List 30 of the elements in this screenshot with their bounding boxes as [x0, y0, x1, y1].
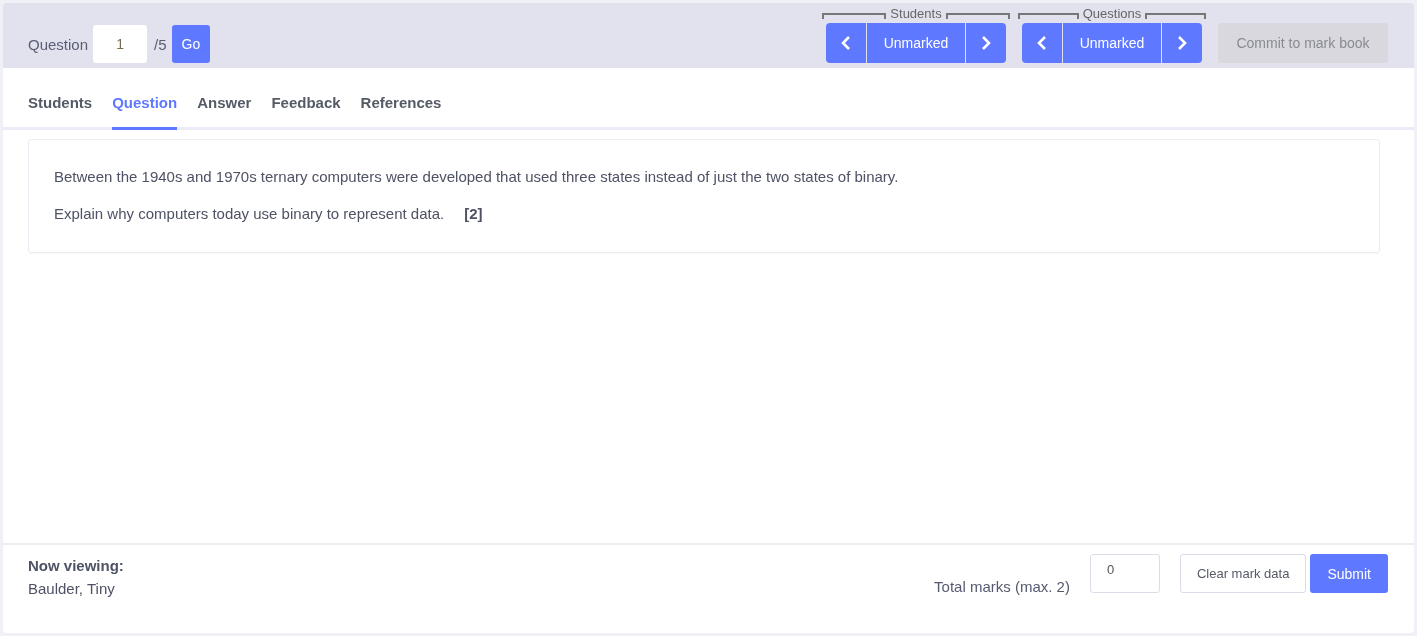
tab[interactable]: Students: [28, 94, 93, 130]
chevron-right-icon: [981, 36, 991, 50]
question-number-field[interactable]: 1: [93, 25, 148, 63]
previous-button[interactable]: [1022, 23, 1062, 63]
total-marks-label: Total marks (max. 2): [934, 578, 1070, 595]
now-viewing-label: Now viewing:: [28, 557, 124, 574]
clear-mark-data-button[interactable]: Clear mark data: [1179, 554, 1307, 593]
chevron-right-icon: [1177, 36, 1187, 50]
tab[interactable]: Question: [112, 94, 178, 130]
chevron-left-icon: [841, 36, 851, 50]
tab[interactable]: Feedback: [271, 94, 341, 130]
chevron-left-icon: [1037, 36, 1047, 50]
next-button[interactable]: [966, 23, 1006, 63]
question-prompt: Explain why computers today use binary to represent data.: [54, 205, 445, 222]
total-marks-field[interactable]: 0: [1089, 554, 1160, 593]
question-label: Question: [28, 35, 89, 53]
student-name: Baulder, Tiny: [28, 580, 116, 597]
status-filter-button[interactable]: Unmarked: [1062, 23, 1162, 63]
navigator-label: Questions: [1082, 7, 1142, 21]
previous-button[interactable]: [826, 23, 866, 63]
question-total: /5: [154, 35, 167, 53]
tab[interactable]: Answer: [197, 94, 252, 130]
navigator-label: Students: [890, 7, 942, 21]
submit-button[interactable]: Submit: [1310, 554, 1388, 593]
marks-value: [2]: [464, 205, 483, 222]
status-filter-button[interactable]: Unmarked: [866, 23, 966, 63]
tab[interactable]: References: [360, 94, 442, 130]
next-button[interactable]: [1162, 23, 1202, 63]
go-button[interactable]: Go: [171, 25, 211, 63]
question-text: Between the 1940s and 1970s ternary computers were developed that used three states instead of just the two states of binary.: [54, 168, 900, 185]
